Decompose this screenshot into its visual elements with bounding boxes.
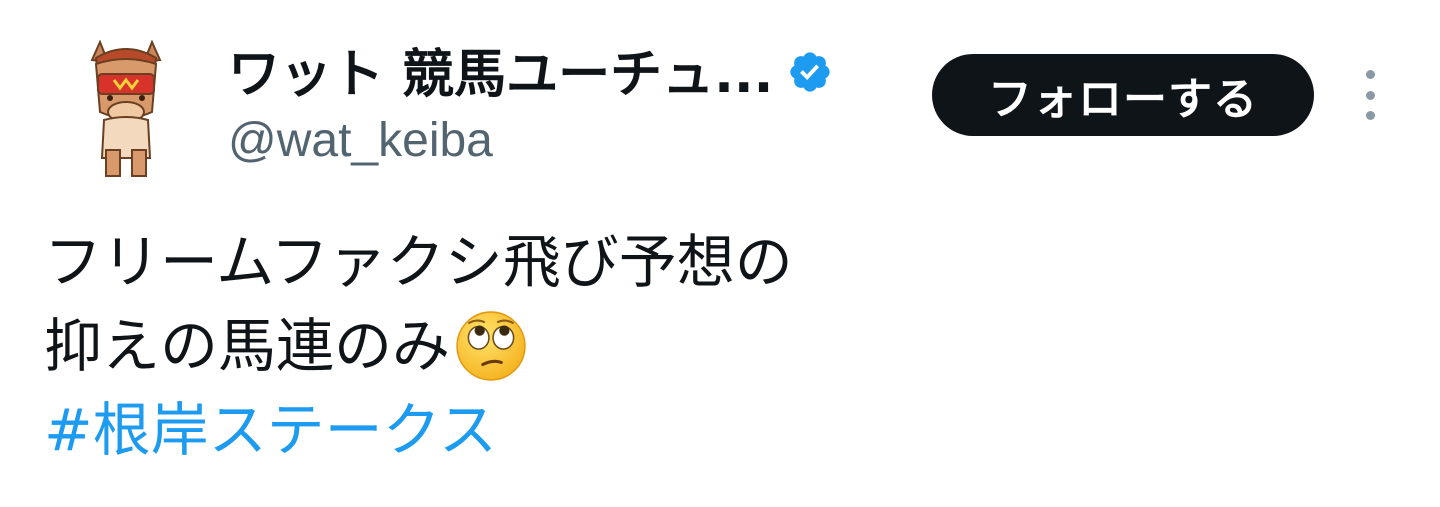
verified-badge-icon[interactable] — [787, 49, 833, 95]
author-display-name[interactable]: ワット 競馬ユーチュ... — [228, 40, 773, 110]
author-info: ワット 競馬ユーチュ... @wat_keiba — [228, 40, 833, 170]
more-options-button[interactable] — [1352, 70, 1388, 120]
author-avatar[interactable] — [62, 39, 190, 180]
follow-button[interactable]: フォローする — [932, 54, 1314, 136]
tweet-line: 抑えの馬連のみ — [44, 304, 793, 388]
display-name-row: ワット 競馬ユーチュ... — [228, 40, 833, 110]
face-with-rolling-eyes-emoji — [456, 311, 526, 381]
tweet-line: フリームファクシ飛び予想の — [44, 220, 793, 304]
tweet-card: ワット 競馬ユーチュ... @wat_keiba フォローする フリームファクシ… — [0, 0, 1440, 507]
author-handle[interactable]: @wat_keiba — [228, 112, 833, 170]
tweet-line: #根岸ステークス — [44, 388, 793, 472]
hashtag-link[interactable]: #根岸ステークス — [44, 388, 497, 472]
more-vertical-icon — [1365, 90, 1375, 100]
horse-mascot-icon — [90, 39, 162, 177]
tweet-line-text: 抑えの馬連のみ — [44, 312, 451, 380]
more-vertical-icon — [1365, 70, 1375, 79]
tweet-line-text: フリームファクシ飛び予想の — [44, 228, 793, 296]
more-vertical-icon — [1365, 111, 1375, 120]
tweet-text: フリームファクシ飛び予想の 抑えの馬連のみ #根岸ステークス — [44, 220, 793, 472]
